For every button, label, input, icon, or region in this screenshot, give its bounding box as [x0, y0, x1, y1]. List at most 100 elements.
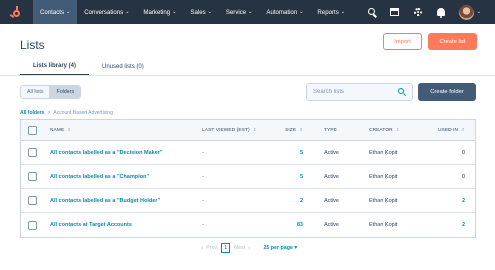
sort-icon: ⇕	[395, 127, 400, 132]
chevron-left-icon: ‹	[200, 244, 204, 252]
user-avatar[interactable]	[458, 4, 474, 20]
column-header-type: TYPE	[324, 127, 337, 133]
nav-item-sales[interactable]: Sales ⌄	[183, 0, 218, 24]
chevron-down-icon: ⌄	[248, 9, 253, 15]
create-list-button[interactable]: Create list	[428, 33, 477, 50]
nav-item-service[interactable]: Service ⌄	[219, 0, 260, 24]
creator-value: Ethan Kopit	[369, 222, 398, 228]
last-viewed-value: -	[202, 173, 204, 180]
nav-utilities: ⌄	[355, 0, 481, 24]
nav-item-automation[interactable]: Automation ⌄	[259, 0, 310, 24]
last-viewed-value: -	[202, 149, 204, 156]
column-header-last-viewed[interactable]: LAST VIEWED (EST) ⇕	[202, 120, 257, 140]
prev-page-button[interactable]: ‹ Prev	[198, 245, 217, 252]
creator-value: Ethan Kopit	[369, 197, 398, 204]
breadcrumb: All folders > Account Based Advertising	[20, 110, 113, 116]
list-type-value: Active	[324, 173, 339, 180]
search-icon[interactable]	[398, 88, 407, 97]
tab-lists-library[interactable]: Lists library (4)	[20, 58, 90, 76]
import-button[interactable]: Import	[383, 33, 422, 50]
marketplace-icon[interactable]	[389, 6, 401, 18]
top-navigation-bar: Contacts ⌄ Conversations ⌄ Marketing ⌄ Sales ⌄ S…	[0, 0, 495, 24]
nav-item-label: Reports	[317, 8, 339, 16]
page-title: Lists	[20, 38, 45, 52]
table-row: All contacts labelled as a "Budget Holde…	[21, 189, 475, 213]
used-in-value: 0	[461, 173, 465, 180]
tab-unused-lists[interactable]: Unused lists (0)	[89, 58, 157, 76]
chevron-down-icon: ⌄	[207, 9, 212, 15]
select-all-checkbox[interactable]	[28, 125, 37, 135]
list-name-link[interactable]: All contacts labelled as a "Decision Mak…	[50, 150, 163, 156]
nav-item-conversations[interactable]: Conversations ⌄	[77, 0, 136, 24]
sort-icon: ⇕	[252, 127, 257, 132]
sort-icon: ⇕	[461, 127, 465, 132]
column-header-used-in[interactable]: USED IN ⇕	[438, 120, 465, 140]
nav-item-label: Conversations	[84, 8, 124, 16]
list-name-link[interactable]: All contacts labelled as a "Budget Holde…	[50, 198, 160, 204]
page-header: Lists Import Create list Lists library (…	[0, 24, 495, 76]
list-name-link[interactable]: All contacts labelled as a "Champion"	[50, 174, 149, 180]
list-type-value: Active	[324, 149, 339, 156]
last-viewed-value: -	[202, 222, 204, 228]
used-in-value[interactable]: 2	[462, 198, 465, 204]
breadcrumb-current-folder: Account Based Advertising	[53, 110, 113, 116]
search-lists-field	[306, 83, 413, 101]
next-page-button[interactable]: Next ›	[234, 245, 253, 252]
settings-gear-icon[interactable]	[412, 6, 424, 18]
row-checkbox[interactable]	[28, 196, 37, 205]
list-size-link[interactable]: 5	[300, 150, 303, 156]
table-row: All contacts labelled as a "Decision Mak…	[21, 141, 475, 165]
lists-table: NAME ⇕ LAST VIEWED (EST) ⇕ SIZE ⇕ TYPE CREA…	[20, 119, 476, 238]
column-header-size[interactable]: SIZE ⇕	[285, 120, 303, 140]
chevron-down-icon[interactable]: ⌄	[477, 9, 481, 15]
current-page-number[interactable]: 1	[221, 243, 231, 253]
tab-bar: Lists library (4) Unused lists (0)	[20, 58, 157, 76]
chevron-down-icon: ⌄	[340, 9, 345, 15]
create-folder-button[interactable]: Create folder	[418, 83, 476, 101]
search-input[interactable]	[307, 84, 395, 100]
row-checkbox[interactable]	[28, 220, 37, 230]
notifications-bell-icon[interactable]	[435, 6, 447, 18]
breadcrumb-all-folders[interactable]: All folders	[20, 110, 44, 116]
hubspot-logo-icon[interactable]	[9, 5, 23, 19]
table-header-row: NAME ⇕ LAST VIEWED (EST) ⇕ SIZE ⇕ TYPE CREA…	[21, 120, 475, 141]
pagination: ‹ Prev 1 Next › 25 per page ▾	[0, 241, 495, 255]
row-checkbox[interactable]	[28, 148, 37, 157]
nav-item-label: Contacts	[40, 8, 65, 16]
creator-value: Ethan Kopit	[369, 149, 398, 156]
folders-toggle[interactable]: Folders	[49, 86, 81, 98]
list-type-value: Active	[324, 222, 339, 228]
view-toggle: All lists Folders	[20, 85, 82, 99]
column-header-name[interactable]: NAME ⇕	[50, 120, 71, 140]
list-size-link[interactable]: 2	[300, 198, 303, 204]
sort-icon: ⇕	[299, 127, 303, 132]
creator-value: Ethan Kopit	[369, 173, 398, 180]
nav-item-label: Automation	[266, 8, 298, 16]
chevron-down-icon: ⌄	[172, 9, 177, 15]
all-lists-toggle[interactable]: All lists	[21, 86, 50, 98]
chevron-right-icon: >	[47, 110, 51, 116]
chevron-down-icon: ⌄	[66, 9, 71, 15]
nav-item-reports[interactable]: Reports ⌄	[310, 0, 352, 24]
sort-icon: ⇕	[67, 127, 72, 132]
table-body: All contacts labelled as a "Decision Mak…	[21, 141, 475, 237]
nav-item-label: Sales	[190, 8, 206, 16]
list-size-link[interactable]: 5	[300, 174, 303, 180]
used-in-value: 0	[461, 149, 465, 156]
per-page-dropdown[interactable]: 25 per page ▾	[263, 245, 297, 251]
nav-item-contacts[interactable]: Contacts ⌄	[33, 0, 78, 24]
list-name-link[interactable]: All contacts at Target Accounts	[50, 222, 132, 228]
list-type-value: Active	[324, 197, 339, 204]
table-row: All contacts labelled as a "Champion" - 5 A…	[21, 165, 475, 189]
chevron-down-icon: ⌄	[125, 9, 130, 15]
search-icon[interactable]	[366, 6, 378, 18]
row-checkbox[interactable]	[28, 172, 37, 181]
chevron-down-icon: ⌄	[299, 9, 304, 15]
chevron-right-icon: ›	[248, 244, 251, 252]
table-row: All contacts at Target Accounts - 83 Active…	[21, 213, 475, 237]
nav-item-marketing[interactable]: Marketing ⌄	[136, 0, 183, 24]
column-header-creator[interactable]: CREATOR ⇕	[369, 120, 400, 140]
used-in-value[interactable]: 2	[462, 222, 465, 228]
list-size-link[interactable]: 83	[297, 222, 303, 228]
main-content: All lists Folders Create folder All fold…	[0, 76, 495, 270]
